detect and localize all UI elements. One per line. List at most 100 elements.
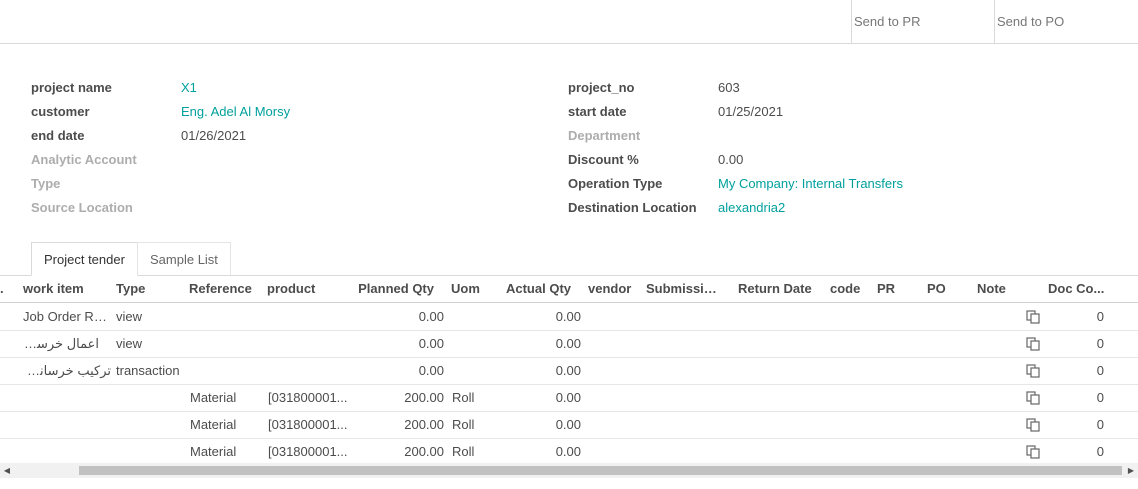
- cell-planned-qty: 0.00: [418, 309, 444, 324]
- cell-doc-count: 0: [1096, 390, 1104, 405]
- copy-icon[interactable]: [1026, 418, 1040, 432]
- scrollbar-thumb[interactable]: [79, 466, 1122, 475]
- cell-product: [031800001...: [268, 444, 348, 459]
- send-to-pr-button[interactable]: Send to PR: [851, 0, 994, 43]
- cell-reference: [189, 330, 265, 357]
- header-product[interactable]: product: [267, 276, 347, 302]
- cell-work-item: اعمال خرسانيه: [23, 336, 99, 351]
- header-leading-cell: .: [0, 281, 4, 296]
- header-work-item[interactable]: work item: [23, 276, 111, 302]
- project-name-value[interactable]: X1: [181, 80, 197, 95]
- cell-planned-qty: 200.00: [404, 417, 444, 432]
- tab-project-tender[interactable]: Project tender: [31, 242, 138, 276]
- cell-product: [267, 357, 347, 384]
- notebook-tabs: Project tender Sample List: [0, 242, 1138, 276]
- end-date-value: 01/26/2021: [181, 128, 247, 143]
- cell-reference: [189, 303, 265, 330]
- header-po[interactable]: PO: [927, 276, 967, 302]
- cell-planned-qty: 0.00: [418, 363, 444, 378]
- copy-icon[interactable]: [1026, 337, 1040, 351]
- cell-type: [116, 384, 186, 411]
- cell-reference: Material: [190, 417, 237, 432]
- cell-uom: [451, 303, 491, 330]
- cell-actual-qty: 0.00: [555, 417, 581, 432]
- cell-type: [116, 438, 186, 465]
- cell-doc-count: 0: [1096, 417, 1104, 432]
- arrow-right-icon[interactable]: ▶: [1126, 465, 1136, 476]
- table-row[interactable]: Material [031800001... 200.00 Roll 0.00 …: [0, 438, 1138, 466]
- horizontal-scrollbar[interactable]: ◀ ▶: [0, 463, 1138, 478]
- send-to-po-button[interactable]: Send to PO: [994, 0, 1138, 43]
- header-note[interactable]: Note: [977, 276, 1017, 302]
- header-planned-qty[interactable]: Planned Qty: [348, 276, 434, 302]
- header-actual-qty[interactable]: Actual Qty: [495, 276, 571, 302]
- header-vendor[interactable]: vendor: [588, 276, 642, 302]
- header-uom[interactable]: Uom: [451, 276, 491, 302]
- header-submission[interactable]: Submissio...: [646, 276, 722, 302]
- cell-type: [116, 411, 186, 438]
- table-row[interactable]: Material [031800001... 200.00 Roll 0.00 …: [0, 384, 1138, 412]
- cell-planned-qty: 200.00: [404, 390, 444, 405]
- cell-doc-count: 0: [1096, 363, 1104, 378]
- cell-product: [031800001...: [268, 417, 348, 432]
- cell-uom: Roll: [452, 444, 475, 459]
- customer-label: customer: [31, 104, 90, 119]
- copy-icon[interactable]: [1026, 364, 1040, 378]
- operation-type-label: Operation Type: [568, 176, 663, 191]
- discount-value: 0.00: [718, 152, 744, 167]
- arrow-left-icon[interactable]: ◀: [2, 465, 12, 476]
- end-date-label: end date: [31, 128, 85, 143]
- header-code[interactable]: code: [830, 276, 870, 302]
- cell-actual-qty: 0.00: [555, 390, 581, 405]
- copy-icon[interactable]: [1026, 445, 1040, 459]
- cell-reference: [189, 357, 265, 384]
- cell-product: [031800001...: [268, 390, 348, 405]
- destination-location-value[interactable]: alexandria2: [718, 200, 785, 215]
- cell-planned-qty: 200.00: [404, 444, 444, 459]
- table-row[interactable]: Job Order Re... view 0.00 0.00 0: [0, 303, 1138, 331]
- department-label: Department: [568, 128, 641, 143]
- project-no-value: 603: [718, 80, 740, 95]
- operation-type-value[interactable]: My Company: Internal Transfers: [718, 176, 903, 191]
- start-date-value: 01/25/2021: [718, 104, 784, 119]
- cell-work-item: Job Order Re...: [23, 309, 111, 324]
- table-row[interactable]: تركيب خرسانة... transaction 0.00 0.00 0: [0, 357, 1138, 385]
- cell-actual-qty: 0.00: [555, 444, 581, 459]
- cell-work-item: [23, 438, 111, 465]
- cell-actual-qty: 0.00: [555, 309, 581, 324]
- cell-reference: Material: [190, 390, 237, 405]
- copy-icon[interactable]: [1026, 310, 1040, 324]
- cell-uom: Roll: [452, 390, 475, 405]
- customer-value[interactable]: Eng. Adel Al Morsy: [181, 104, 290, 119]
- start-date-label: start date: [568, 104, 627, 119]
- header-doc-count[interactable]: Doc Co...: [1048, 276, 1108, 302]
- cell-doc-count: 0: [1096, 309, 1104, 324]
- tab-sample-list[interactable]: Sample List: [137, 242, 231, 275]
- cell-uom: [451, 357, 491, 384]
- cell-planned-qty: 0.00: [418, 336, 444, 351]
- cell-actual-qty: 0.00: [555, 336, 581, 351]
- header-type[interactable]: Type: [116, 276, 186, 302]
- copy-icon[interactable]: [1026, 391, 1040, 405]
- table-row[interactable]: اعمال خرسانيه view 0.00 0.00 0: [0, 330, 1138, 358]
- cell-type: view: [116, 336, 143, 351]
- cell-work-item: تركيب خرسانة...: [23, 363, 111, 378]
- cell-doc-count: 0: [1096, 444, 1104, 459]
- cell-product: [267, 330, 347, 357]
- cell-work-item: [23, 384, 111, 411]
- header-reference[interactable]: Reference: [189, 276, 265, 302]
- header-return-date[interactable]: Return Date: [738, 276, 818, 302]
- cell-product: [267, 303, 347, 330]
- cell-actual-qty: 0.00: [555, 363, 581, 378]
- cell-work-item: [23, 411, 111, 438]
- cell-type: view: [116, 309, 143, 324]
- source-location-label: Source Location: [31, 200, 133, 215]
- header-pr[interactable]: PR: [877, 276, 917, 302]
- analytic-account-label: Analytic Account: [31, 152, 137, 167]
- destination-location-label: Destination Location: [568, 200, 697, 215]
- cell-reference: Material: [190, 444, 237, 459]
- table-row[interactable]: Material [031800001... 200.00 Roll 0.00 …: [0, 411, 1138, 439]
- cell-type: transaction: [116, 363, 180, 378]
- project-no-label: project_no: [568, 80, 635, 95]
- cell-uom: Roll: [452, 417, 475, 432]
